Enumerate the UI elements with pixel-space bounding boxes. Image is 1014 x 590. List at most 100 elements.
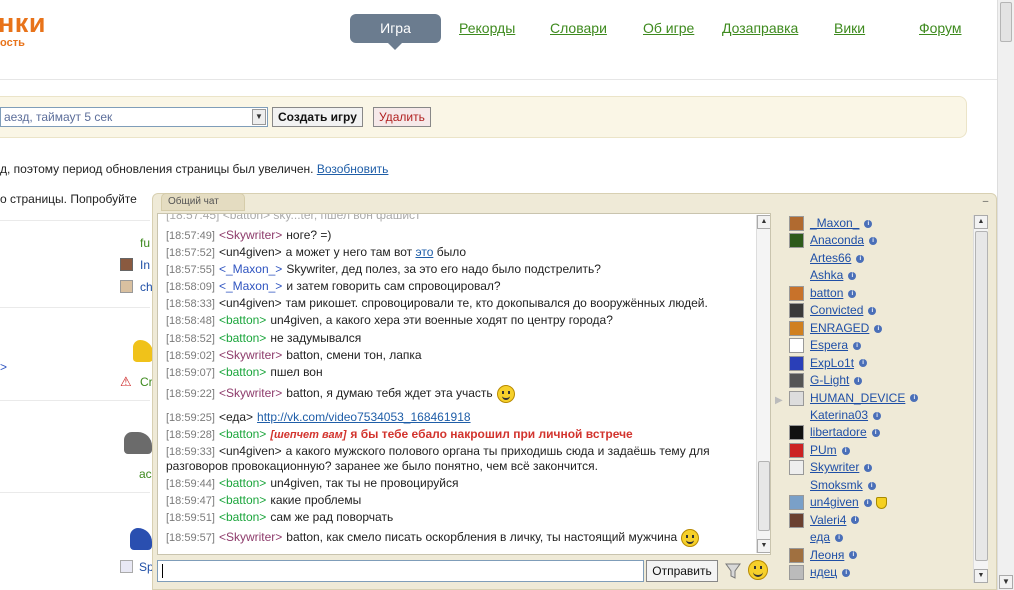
- message-author[interactable]: <batton>: [219, 427, 266, 441]
- message-author[interactable]: <еда>: [219, 410, 253, 424]
- message-author[interactable]: <un4given>: [219, 296, 282, 310]
- message-link[interactable]: http://vk.com/video7534053_168461918: [257, 410, 471, 424]
- info-icon[interactable]: i: [853, 341, 862, 350]
- users-scrollbar-thumb[interactable]: [975, 231, 988, 561]
- create-game-button[interactable]: Создать игру: [272, 107, 363, 127]
- game-list-fragment[interactable]: >: [0, 360, 7, 374]
- user-name[interactable]: ENRAGED: [810, 321, 869, 335]
- scroll-down-arrow-icon[interactable]: ▼: [999, 575, 1013, 589]
- filter-icon[interactable]: [725, 562, 741, 580]
- info-icon[interactable]: i: [851, 516, 860, 525]
- user-name[interactable]: Valeri4: [810, 513, 846, 527]
- info-icon[interactable]: i: [867, 481, 876, 490]
- message-author[interactable]: <batton>: [219, 331, 266, 345]
- message-author[interactable]: <Skywriter>: [219, 228, 282, 242]
- user-name[interactable]: Katerina03: [810, 408, 868, 422]
- info-icon[interactable]: i: [835, 533, 844, 542]
- nav-link-forum[interactable]: Форум: [919, 20, 962, 36]
- user-name[interactable]: Smoksmk: [810, 478, 863, 492]
- message-author[interactable]: <un4given>: [219, 444, 282, 458]
- nav-link-about[interactable]: Об игре: [643, 20, 694, 36]
- chat-scrollbar-thumb[interactable]: [758, 461, 770, 531]
- message-link[interactable]: это: [415, 245, 433, 259]
- chevron-down-icon[interactable]: ▼: [252, 109, 266, 125]
- user-name[interactable]: Ashka: [810, 268, 843, 282]
- message-author[interactable]: <batton>: [219, 365, 266, 379]
- smiley-picker-icon[interactable]: [748, 560, 768, 580]
- info-icon[interactable]: i: [859, 359, 868, 368]
- user-name[interactable]: G-Light: [810, 373, 849, 387]
- chat-tab-general[interactable]: Общий чат: [161, 193, 245, 211]
- info-icon[interactable]: i: [864, 464, 873, 473]
- user-name[interactable]: _Maxon_: [810, 216, 859, 230]
- game-list-fragment[interactable]: ch: [140, 280, 153, 294]
- delete-button[interactable]: Удалить: [373, 107, 431, 127]
- scroll-up-arrow-icon[interactable]: ▲: [974, 215, 988, 229]
- user-name[interactable]: Anaconda: [810, 233, 864, 247]
- info-icon[interactable]: i: [910, 394, 919, 403]
- scroll-down-arrow-icon[interactable]: ▼: [757, 539, 770, 553]
- info-icon[interactable]: i: [849, 551, 858, 560]
- user-name[interactable]: Artes66: [810, 251, 851, 265]
- message-author[interactable]: <_Maxon_>: [219, 279, 282, 293]
- message-author[interactable]: <batton>: [219, 313, 266, 327]
- user-name[interactable]: Convicted: [810, 303, 863, 317]
- nav-link-refuel[interactable]: Дозаправка: [722, 20, 798, 36]
- info-icon[interactable]: i: [868, 307, 877, 316]
- page-scrollbar[interactable]: ▼: [997, 0, 1014, 590]
- users-scrollbar[interactable]: ▲ ▼: [973, 215, 988, 583]
- game-list-fragment[interactable]: fu: [140, 236, 150, 250]
- page-scrollbar-thumb[interactable]: [1000, 2, 1012, 42]
- user-name[interactable]: Леоня: [810, 548, 844, 562]
- user-name[interactable]: Espera: [810, 338, 848, 352]
- info-icon[interactable]: i: [869, 237, 878, 246]
- info-icon[interactable]: i: [871, 429, 880, 438]
- message-author[interactable]: <Skywriter>: [219, 348, 282, 362]
- info-icon[interactable]: i: [842, 568, 851, 577]
- info-icon[interactable]: i: [854, 376, 863, 385]
- nav-link-dictionaries[interactable]: Словари: [550, 20, 607, 36]
- message-author[interactable]: <batton>: [219, 493, 266, 507]
- info-icon[interactable]: i: [841, 446, 850, 455]
- user-name[interactable]: libertadore: [810, 425, 867, 439]
- message-author[interactable]: <Skywriter>: [219, 386, 282, 400]
- message-author[interactable]: <_Maxon_>: [219, 262, 282, 276]
- nav-link-records[interactable]: Рекорды: [459, 20, 515, 36]
- collapse-arrow-icon[interactable]: ▶: [775, 395, 783, 406]
- send-button[interactable]: Отправить: [646, 560, 718, 582]
- user-name[interactable]: еда: [810, 530, 830, 544]
- minimize-icon[interactable]: –: [980, 197, 991, 208]
- user-name[interactable]: Skywriter: [810, 460, 859, 474]
- site-logo[interactable]: нки: [0, 10, 46, 37]
- info-icon[interactable]: i: [873, 411, 882, 420]
- game-list-fragment[interactable]: Cr: [140, 375, 153, 389]
- info-icon[interactable]: i: [864, 219, 873, 228]
- resume-link[interactable]: Возобновить: [317, 162, 389, 176]
- scroll-down-arrow-icon[interactable]: ▼: [974, 569, 988, 583]
- info-icon[interactable]: i: [856, 254, 865, 263]
- info-icon[interactable]: i: [848, 272, 857, 281]
- game-list-fragment[interactable]: ac: [139, 467, 152, 481]
- chat-scrollbar[interactable]: ▲ ▼: [756, 215, 770, 553]
- user-name[interactable]: batton: [810, 286, 843, 300]
- scroll-up-arrow-icon[interactable]: ▲: [757, 215, 770, 229]
- game-list-divider: [0, 492, 150, 493]
- user-name[interactable]: HUMAN_DEVICE: [810, 391, 905, 405]
- game-list-fragment[interactable]: In: [140, 258, 150, 272]
- info-icon[interactable]: i: [863, 499, 872, 508]
- user-name[interactable]: PUm: [810, 443, 837, 457]
- nav-tab-game[interactable]: Игра: [350, 14, 441, 50]
- message-author[interactable]: <batton>: [219, 476, 266, 490]
- user-name[interactable]: ндец: [810, 565, 837, 579]
- message-author[interactable]: <batton>: [219, 510, 266, 524]
- message-author[interactable]: <Skywriter>: [219, 530, 282, 544]
- game-type-select[interactable]: аезд, таймаут 5 сек ▼: [0, 107, 268, 127]
- nav-link-wiki[interactable]: Вики: [834, 20, 865, 36]
- message-text: un4given, так ты не провоцируйся: [270, 476, 459, 490]
- user-name[interactable]: un4given: [810, 495, 859, 509]
- info-icon[interactable]: i: [848, 289, 857, 298]
- info-icon[interactable]: i: [874, 324, 883, 333]
- chat-message-input[interactable]: [157, 560, 644, 582]
- message-author[interactable]: <un4given>: [219, 245, 282, 259]
- user-name[interactable]: ExpLo1t: [810, 356, 854, 370]
